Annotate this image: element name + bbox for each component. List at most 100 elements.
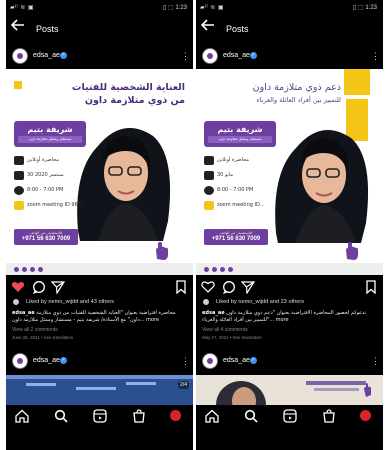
post-caption[interactable]: edsa_ae محاضرة افتراضية بعنوان "العناية …: [12, 310, 188, 324]
more-vertical-icon[interactable]: ⋮: [181, 354, 190, 368]
avatar[interactable]: [202, 353, 218, 369]
shop-icon[interactable]: [131, 408, 147, 424]
post-header: edsa_ae ✓ ⋮: [6, 47, 193, 67]
reels-icon[interactable]: [282, 408, 298, 424]
liker-avatar: [202, 298, 210, 306]
app-bar: Posts: [6, 14, 193, 44]
cta-phone: +971 56 630 7009: [21, 236, 71, 242]
detail-row-date: 30 سبتمبر 2020: [14, 170, 94, 182]
youtube-icon: [228, 267, 233, 272]
bookmark-icon[interactable]: [174, 280, 188, 294]
zoom-icon: [204, 201, 214, 210]
comment-icon[interactable]: [222, 280, 236, 294]
detail-row-date: 30 مايو: [204, 170, 284, 182]
post-actions: [196, 278, 383, 296]
detail-row-format: محاضرة أونلاين: [204, 155, 284, 167]
username-link[interactable]: edsa_ae: [33, 52, 60, 59]
view-comments-link[interactable]: View all 4 comments: [202, 327, 248, 333]
detail-text: محاضرة أونلاين: [217, 157, 250, 163]
likes-summary[interactable]: Liked by nemo_wijdd and 43 others: [12, 297, 188, 307]
profile-avatar[interactable]: [360, 410, 371, 421]
speaker-name: شريفة بتيم: [27, 125, 73, 134]
poster-title-line2: من ذوي متلازمة داون: [84, 95, 185, 106]
arrow-left-icon[interactable]: [10, 18, 27, 38]
avatar[interactable]: [12, 353, 28, 369]
phone-screen-left: ▰ᴵˡ ≋ ▣ ▯ ⬚ 1:23 Posts edsa_ae ✓ ⋮ العنا…: [6, 0, 193, 450]
username-link[interactable]: edsa_ae: [33, 357, 60, 364]
laptop-icon: [14, 156, 24, 165]
detail-text: zoom meeting ID...: [217, 202, 265, 208]
phone-cta: للاستفسار عبر الهاتف +971 56 630 7009: [14, 229, 78, 245]
heart-icon[interactable]: [201, 280, 215, 294]
more-vertical-icon[interactable]: ⋮: [371, 354, 380, 368]
post-image[interactable]: دعم ذوي متلازمة داون للتمييز بين أفراد ا…: [196, 69, 383, 275]
detail-row-zoom: zoom meeting ID 963...: [14, 200, 94, 212]
system-bar: [6, 427, 193, 450]
speaker-name: شريفة بتيم: [217, 125, 263, 134]
heart-icon[interactable]: [11, 280, 25, 294]
search-icon[interactable]: [243, 408, 259, 424]
shop-icon[interactable]: [321, 408, 337, 424]
clock-icon: [14, 186, 24, 195]
hand-logo-icon: [156, 242, 168, 260]
detail-text: zoom meeting ID 963...: [27, 202, 86, 208]
verified-badge-icon: ✓: [250, 52, 257, 59]
detail-row-time: 8:00 - 7:00 PM: [204, 185, 284, 197]
avatar[interactable]: [12, 48, 28, 64]
more-vertical-icon[interactable]: ⋮: [181, 49, 190, 63]
paper-plane-icon[interactable]: [51, 280, 65, 294]
carousel-counter: 2/4: [178, 381, 189, 389]
caption-username[interactable]: edsa_ae: [202, 310, 225, 316]
detail-text: 8:00 - 7:00 PM: [27, 187, 64, 193]
poster-title-line1: العناية الشخصية للفتيات: [71, 82, 185, 93]
poster-title-line2: للتمييز بين أفراد العائلة والغرباء: [256, 96, 341, 104]
clock-icon: [204, 186, 214, 195]
poster-title: دعم ذوي متلازمة داون للتمييز بين أفراد ا…: [241, 81, 341, 107]
screenshot-pair: ▰ᴵˡ ≋ ▣ ▯ ⬚ 1:23 Posts edsa_ae ✓ ⋮ العنا…: [0, 0, 386, 450]
verified-badge-icon: ✓: [60, 357, 67, 364]
youtube-icon: [38, 267, 43, 272]
calendar-icon: [204, 171, 214, 180]
post-header: edsa_ae ✓ ⋮: [196, 47, 383, 67]
likes-text: Liked by nemo_wijdd and 23 others: [216, 299, 305, 305]
bottom-nav: [6, 405, 193, 427]
home-icon[interactable]: [204, 408, 220, 424]
zoom-icon: [14, 201, 24, 210]
profile-avatar[interactable]: [170, 410, 181, 421]
likes-summary[interactable]: Liked by nemo_wijdd and 23 others: [202, 297, 378, 307]
comment-icon[interactable]: [32, 280, 46, 294]
instagram-icon: [212, 267, 217, 272]
post-actions: [6, 278, 193, 296]
post-image-preview[interactable]: [196, 375, 383, 405]
phone-screen-right: ▰ᴵˡ ≋ ▣ ▯ ⬚ 1:23 Posts edsa_ae ✓ ⋮ دعم ذ…: [196, 0, 383, 450]
status-bar: ▰ᴵˡ ≋ ▣ ▯ ⬚ 1:23: [6, 0, 193, 14]
cta-phone: +971 56 630 7009: [211, 236, 261, 242]
post-image[interactable]: العناية الشخصية للفتيات من ذوي متلازمة د…: [6, 69, 193, 275]
hand-logo-icon: [346, 242, 358, 260]
home-icon[interactable]: [14, 408, 30, 424]
username-link[interactable]: edsa_ae: [223, 52, 250, 59]
bookmark-icon[interactable]: [364, 280, 378, 294]
speaker-banner: شريفة بتيم مستشار وممثل متلازمة داون: [14, 121, 86, 147]
post-timestamp: May 27, 2021 • See translation: [202, 335, 262, 340]
more-vertical-icon[interactable]: ⋮: [371, 49, 380, 63]
avatar[interactable]: [202, 48, 218, 64]
caption-text: ندعوكم لحضور المحاضرة الافتراضية بعنوان …: [202, 310, 367, 323]
post-caption[interactable]: edsa_ae ندعوكم لحضور المحاضرة الافتراضية…: [202, 310, 378, 324]
view-comments-link[interactable]: View all 2 comments: [12, 327, 58, 333]
caption-username[interactable]: edsa_ae: [12, 310, 35, 316]
post-image-preview[interactable]: 2/4: [6, 375, 193, 405]
bottom-nav: [196, 405, 383, 427]
detail-text: 30 سبتمبر 2020: [27, 172, 64, 178]
verified-badge-icon: ✓: [250, 357, 257, 364]
instagram-icon: [22, 267, 27, 272]
detail-text: 8:00 - 7:00 PM: [217, 187, 254, 193]
paper-plane-icon[interactable]: [241, 280, 255, 294]
reels-icon[interactable]: [92, 408, 108, 424]
caption-text: محاضرة افتراضية بعنوان "العناية الشخصية …: [12, 310, 176, 323]
poster-title-line1: دعم ذوي متلازمة داون: [252, 82, 341, 93]
username-link[interactable]: edsa_ae: [223, 357, 250, 364]
search-icon[interactable]: [53, 408, 69, 424]
detail-text: 30 مايو: [217, 172, 234, 178]
arrow-left-icon[interactable]: [200, 18, 217, 38]
